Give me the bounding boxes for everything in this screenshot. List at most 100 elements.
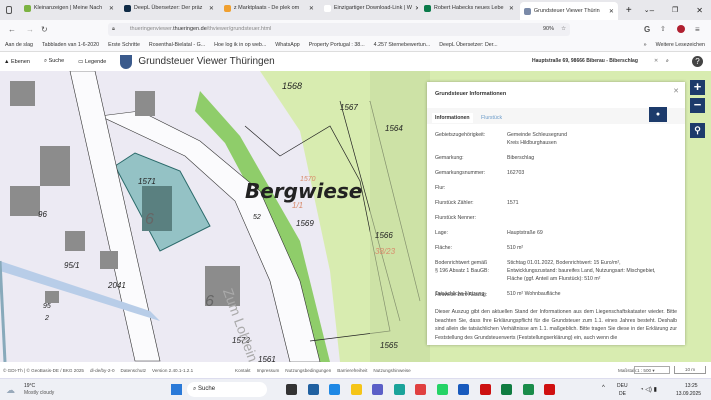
footer-link[interactable]: Barrierefreiheit xyxy=(337,368,367,373)
bookmark-item[interactable]: Property Portugal : 38... xyxy=(309,42,365,48)
zoom-out-button[interactable]: − xyxy=(690,98,705,113)
weather-icon[interactable]: ☁ xyxy=(6,385,15,396)
info-value: Hauptstraße 69 xyxy=(507,230,543,236)
weather-text[interactable]: Mostly cloudy xyxy=(24,390,54,396)
minimize-button[interactable]: – xyxy=(650,6,654,15)
tab-label: Grundsteuer Viewer Thürin xyxy=(533,8,600,14)
panel-title: Grundsteuer Informationen xyxy=(435,91,507,97)
legend-button[interactable]: ▭ Legende xyxy=(78,59,106,65)
tray-overflow-icon[interactable]: ^ xyxy=(602,385,605,391)
taskbar-app-icon[interactable] xyxy=(415,384,426,395)
tab-overview-icon[interactable] xyxy=(6,6,12,14)
map-label: 2041 xyxy=(108,281,126,290)
footer-link[interactable]: Nutzungshinweise xyxy=(373,368,410,373)
close-tab-icon[interactable]: ✕ xyxy=(109,5,114,12)
taskbar-app-icon[interactable] xyxy=(544,384,555,395)
bookmark-item[interactable]: WhatsApp xyxy=(275,42,299,48)
bookmark-item[interactable]: Tabbladen van 1-6-2020 xyxy=(42,42,99,48)
footer-link[interactable]: Kontakt xyxy=(235,368,251,373)
close-tab-icon[interactable]: ✕ xyxy=(509,5,514,12)
info-label: Fläche: xyxy=(435,245,453,251)
help-icon[interactable]: ? xyxy=(692,56,703,67)
tab-label: Kleinanzeigen | Meine Nach xyxy=(33,5,103,11)
taskbar-search[interactable]: ⌕ Suche xyxy=(187,382,267,397)
other-bookmarks[interactable]: Weitere Lesezeichen xyxy=(656,42,705,48)
bookmark-item[interactable]: Rosenthal-Bielatal - G... xyxy=(149,42,205,48)
info-label: Lage: xyxy=(435,230,448,236)
browser-tab[interactable]: Robert Habecks neues Lebe ✕ xyxy=(420,0,518,16)
taskbar-app-icon[interactable] xyxy=(307,384,319,395)
restore-button[interactable]: ❐ xyxy=(672,6,678,14)
zoom-level[interactable]: 90% xyxy=(543,23,554,36)
scale-select[interactable]: 1 : 500 ▾ xyxy=(634,366,670,374)
footer-link[interactable]: Nutzungsbedingungen xyxy=(285,368,331,373)
footer-item[interactable]: dl-de/by-2-0 xyxy=(90,368,115,373)
taskbar-app-icon[interactable] xyxy=(350,384,362,395)
browser-tab[interactable]: z Marktplaats - De plek om ✕ xyxy=(220,0,318,16)
info-label: Bodenrichtwert gemäß § 196 Absatz 1 BauG… xyxy=(435,260,489,274)
taskbar-app-icon[interactable] xyxy=(393,384,405,395)
forward-button[interactable]: → xyxy=(26,25,34,34)
weather-temp[interactable]: 19°C xyxy=(24,383,35,389)
browser-tab[interactable]: Einzigartiger Download-Link | W ✕ xyxy=(320,0,418,16)
bookmark-item[interactable]: Hoe log ik in op web... xyxy=(214,42,266,48)
search-button[interactable]: ⌕ Suche xyxy=(44,58,64,65)
tab-flurstueck[interactable]: Flurstück xyxy=(481,115,502,121)
start-button[interactable] xyxy=(171,384,182,395)
tab-informationen[interactable]: Informationen xyxy=(432,113,473,123)
menu-icon[interactable]: ≡ xyxy=(695,25,700,34)
input-language[interactable]: DEU xyxy=(617,383,628,389)
taskbar-app-icon[interactable] xyxy=(522,384,534,395)
bookmark-star-icon[interactable]: ☆ xyxy=(561,23,566,36)
bookmark-item[interactable]: DeepL Übersetzer: Der... xyxy=(439,42,497,48)
input-layout[interactable]: DE xyxy=(619,391,626,397)
taskbar-app-icon[interactable] xyxy=(501,384,512,395)
close-tab-icon[interactable]: ✕ xyxy=(415,5,418,12)
close-tab-icon[interactable]: ✕ xyxy=(209,5,214,12)
taskbar-app-icon[interactable] xyxy=(458,384,469,395)
locate-button[interactable]: ⚲ xyxy=(690,123,705,138)
url-domain: thueringen.de xyxy=(173,26,207,32)
browser-tab[interactable]: Grundsteuer Viewer Thürin ✕ xyxy=(519,2,618,20)
bookmark-item[interactable]: Aan de slag xyxy=(5,42,33,48)
map-label: 1/1 xyxy=(292,201,304,210)
bookmark-item[interactable]: Erste Schritte xyxy=(108,42,140,48)
bookmark-item[interactable]: 4.257 Sternebewertun... xyxy=(374,42,431,48)
taskbar-app-icon[interactable] xyxy=(329,384,340,395)
search-icon[interactable]: ⌕ xyxy=(666,55,669,68)
clock-time[interactable]: 13:25 xyxy=(685,383,698,389)
address-search-input[interactable]: Hauptstraße 69, 98666 Biberau - Bibersch… xyxy=(528,55,678,68)
layers-button[interactable]: ▲ Ebenen xyxy=(4,59,30,65)
taskbar-app-icon[interactable] xyxy=(479,384,491,395)
tab-favicon-icon xyxy=(223,4,231,12)
close-panel-button[interactable]: ✕ xyxy=(673,87,679,95)
url-bar[interactable]: 🔒︎ thueringenviewer.thueringen.de/thview… xyxy=(108,23,570,36)
close-tab-icon[interactable]: ✕ xyxy=(609,8,614,15)
browser-tab[interactable]: Kleinanzeigen | Meine Nach ✕ xyxy=(20,0,118,16)
browser-tab[interactable]: DeepL Übersetzer: Der präz ✕ xyxy=(120,0,218,16)
reload-button[interactable]: ↻ xyxy=(41,25,48,34)
new-tab-button[interactable]: + xyxy=(626,5,632,16)
info-row: Fläche: 510 m² xyxy=(435,244,685,259)
taskbar-app-icon[interactable] xyxy=(436,384,448,395)
footer-link[interactable]: Impressum xyxy=(257,368,280,373)
clear-search-icon[interactable]: ✕ xyxy=(654,55,658,68)
footer-item[interactable]: Version 2.40.1-1.2.1 xyxy=(152,368,193,373)
extension-icon[interactable] xyxy=(677,25,685,33)
close-window-button[interactable]: ✕ xyxy=(696,6,703,15)
map-label: 96 xyxy=(38,210,47,219)
taskbar-app-icon[interactable] xyxy=(286,384,297,395)
account-icon[interactable]: G xyxy=(644,25,650,34)
print-button[interactable]: ● xyxy=(649,107,667,122)
zoom-in-button[interactable]: + xyxy=(690,80,705,95)
share-icon[interactable]: ⇧ xyxy=(660,25,666,33)
map-label: 95 xyxy=(43,303,51,310)
footer-item[interactable]: Datenschutz xyxy=(121,368,147,373)
back-button[interactable]: ← xyxy=(8,25,16,34)
close-tab-icon[interactable]: ✕ xyxy=(309,5,314,12)
network-volume-battery-icons[interactable]: ◔ ◁) ▮ xyxy=(640,386,657,393)
clock-date[interactable]: 13.09.2025 xyxy=(676,391,701,397)
map-label: 1568 xyxy=(282,81,303,91)
taskbar-app-icon[interactable] xyxy=(372,384,383,395)
bookmarks-overflow-button[interactable]: » xyxy=(644,42,647,48)
